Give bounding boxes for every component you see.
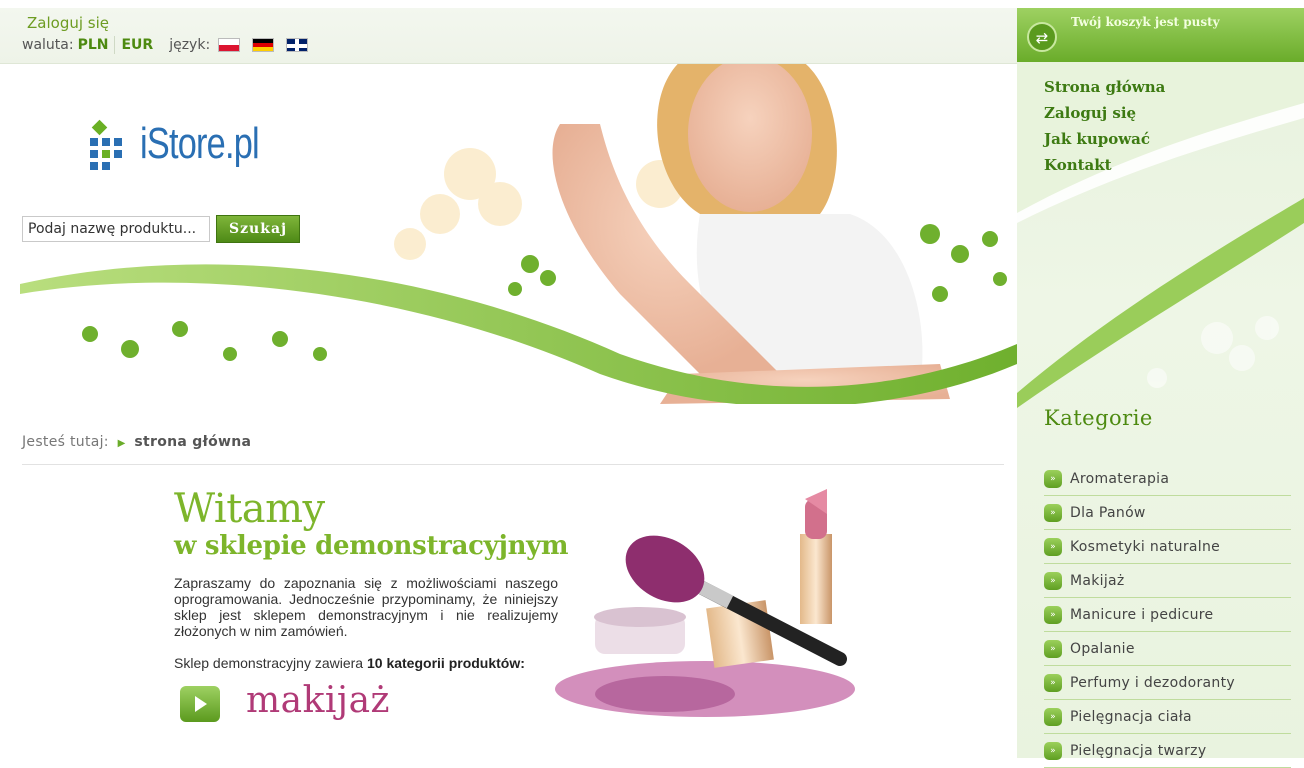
arrow-bullet-icon: » <box>1044 503 1062 522</box>
category-item[interactable]: » Pielęgnacja ciała <box>1044 700 1291 734</box>
category-item[interactable]: » Opalanie <box>1044 632 1291 666</box>
login-link[interactable]: Zaloguj się <box>27 14 109 32</box>
right-sidebar: ⇄ Twój koszyk jest pusty Strona główna Z… <box>1017 8 1304 768</box>
category-label: Pielęgnacja ciała <box>1070 708 1192 725</box>
site-logo[interactable]: iStore.pl <box>84 119 292 170</box>
category-item[interactable]: » Kosmetyki naturalne <box>1044 530 1291 564</box>
search-box: Szukaj <box>22 215 301 243</box>
nav-home-link[interactable]: Strona główna <box>1044 74 1165 100</box>
german-flag-icon[interactable] <box>252 38 275 52</box>
logo-text: iStore.pl <box>140 119 260 168</box>
arrow-bullet-icon: » <box>1044 469 1062 488</box>
featured-category-label[interactable]: makijaż <box>246 680 390 721</box>
category-label: Manicure i pedicure <box>1070 606 1214 623</box>
category-item[interactable]: » Dla Panów <box>1044 496 1291 530</box>
language-label: język: <box>169 37 211 53</box>
arrow-bullet-icon: » <box>1044 605 1062 624</box>
play-icon[interactable] <box>180 686 220 722</box>
category-item[interactable]: » Makijaż <box>1044 564 1291 598</box>
arrow-bullet-icon: » <box>1044 537 1062 556</box>
category-item[interactable]: » Pielęgnacja twarzy <box>1044 734 1291 768</box>
categories-note-prefix: Sklep demonstracyjny zawiera <box>174 655 364 671</box>
arrow-bullet-icon: » <box>1044 571 1062 590</box>
cart-bar[interactable]: ⇄ Twój koszyk jest pusty <box>1017 8 1304 62</box>
category-item[interactable]: » Perfumy i dezodoranty <box>1044 666 1291 700</box>
locale-row: waluta: PLN EUR język: <box>22 36 309 54</box>
categories-note-bold: 10 kategorii produktów: <box>366 655 525 671</box>
category-label: Perfumy i dezodoranty <box>1070 674 1235 691</box>
currency-label: waluta: <box>22 37 74 53</box>
category-item[interactable]: » Aromaterapia <box>1044 462 1291 496</box>
arrow-bullet-icon: » <box>1044 639 1062 658</box>
categories-title: Kategorie <box>1044 406 1153 430</box>
welcome-subtitle: w sklepie demonstracyjnym <box>174 531 569 561</box>
breadcrumb: Jesteś tutaj: ▶ strona główna <box>22 434 251 450</box>
category-label: Dla Panów <box>1070 504 1146 521</box>
arrow-bullet-icon: » <box>1044 741 1062 760</box>
category-item[interactable]: » Manicure i pedicure <box>1044 598 1291 632</box>
search-input[interactable] <box>22 216 210 242</box>
breadcrumb-current[interactable]: strona główna <box>134 434 251 450</box>
category-label: Opalanie <box>1070 640 1135 657</box>
divider <box>114 36 116 54</box>
welcome-text: Zapraszamy do zapoznania się z możliwośc… <box>174 575 558 639</box>
sidebar-decoration <box>1017 8 1304 408</box>
english-flag-icon[interactable] <box>286 38 309 52</box>
nav-how-to-buy-link[interactable]: Jak kupować <box>1044 126 1165 152</box>
polish-flag-icon[interactable] <box>218 38 241 52</box>
category-label: Kosmetyki naturalne <box>1070 538 1221 555</box>
currency-eur-link[interactable]: EUR <box>121 37 153 53</box>
search-button[interactable]: Szukaj <box>216 215 301 243</box>
category-label: Makijaż <box>1070 572 1125 589</box>
cart-icon[interactable]: ⇄ <box>1027 22 1057 52</box>
welcome-title: Witamy <box>174 486 325 532</box>
triangle-right-icon: ▶ <box>117 438 126 449</box>
welcome-categories-note: Sklep demonstracyjny zawiera 10 kategori… <box>174 655 525 671</box>
category-list: » Aromaterapia » Dla Panów » Kosmetyki natu… <box>1044 462 1291 768</box>
nav-contact-link[interactable]: Kontakt <box>1044 152 1165 178</box>
header-banner: iStore.pl Szukaj <box>0 64 1017 404</box>
category-label: Aromaterapia <box>1070 470 1170 487</box>
breadcrumb-prefix: Jesteś tutaj: <box>22 434 109 450</box>
nav-login-link[interactable]: Zaloguj się <box>1044 100 1165 126</box>
category-label: Pielęgnacja twarzy <box>1070 742 1207 759</box>
arrow-bullet-icon: » <box>1044 673 1062 692</box>
divider <box>22 464 1004 465</box>
currency-pln-link[interactable]: PLN <box>78 37 109 53</box>
cosmetics-illustration <box>555 489 855 717</box>
logo-mark-icon <box>84 119 134 170</box>
cart-status: Twój koszyk jest pusty <box>1071 15 1220 29</box>
arrow-bullet-icon: » <box>1044 707 1062 726</box>
top-bar: Zaloguj się waluta: PLN EUR język: <box>0 8 1017 64</box>
main-nav: Strona główna Zaloguj się Jak kupować Ko… <box>1044 74 1165 178</box>
